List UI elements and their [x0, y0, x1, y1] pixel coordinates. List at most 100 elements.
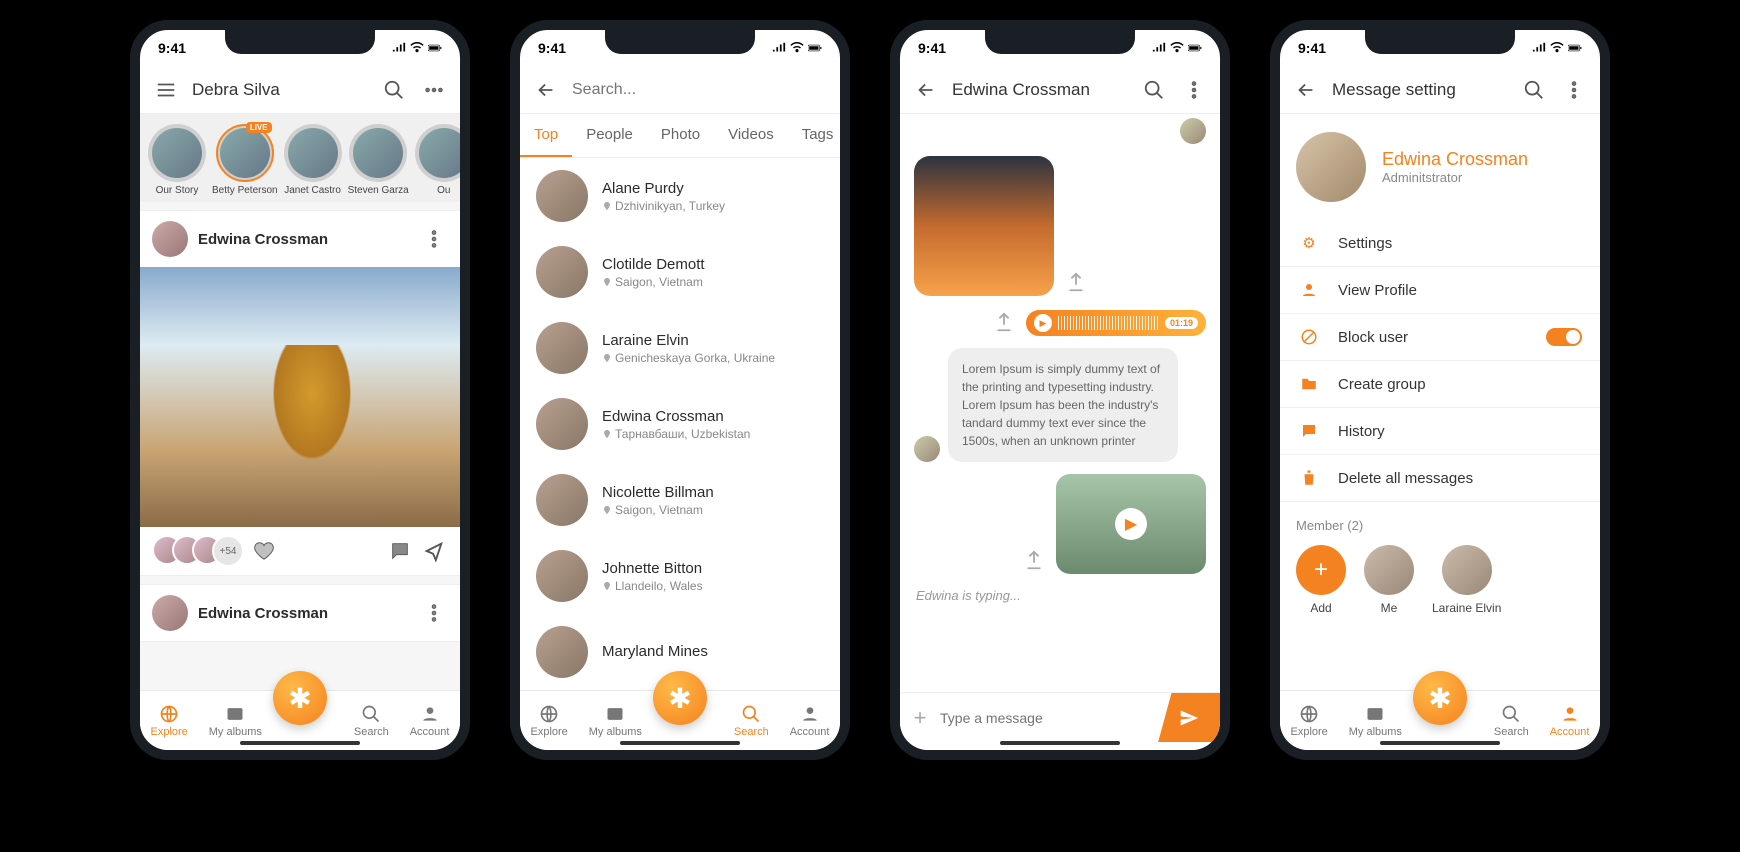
- fab-create[interactable]: ✱: [1413, 671, 1467, 725]
- share-button[interactable]: [1062, 268, 1090, 296]
- back-button[interactable]: [912, 76, 940, 104]
- search-appbar: [520, 66, 840, 114]
- search-button[interactable]: [1140, 76, 1168, 104]
- feed-author[interactable]: Edwina Crossman: [198, 605, 410, 622]
- settings-row-settings[interactable]: ⚙Settings: [1280, 220, 1600, 267]
- send-button[interactable]: [1158, 693, 1220, 743]
- profile-block[interactable]: Edwina Crossman Adminitstrator: [1280, 114, 1600, 220]
- list-item[interactable]: Laraine ElvinGenicheskaya Gorka, Ukraine: [520, 310, 840, 386]
- stories-row[interactable]: Our Story LIVEBetty Peterson Janet Castr…: [140, 114, 460, 202]
- fab-create[interactable]: ✱: [653, 671, 707, 725]
- comment-button[interactable]: [386, 537, 414, 565]
- story-item[interactable]: Steven Garza: [348, 124, 409, 196]
- list-item[interactable]: Johnette BittonLlandeilo, Wales: [520, 538, 840, 614]
- gear-icon: ⚙: [1298, 234, 1320, 252]
- share-button[interactable]: [1020, 546, 1048, 574]
- nav-explore[interactable]: Explore: [150, 704, 187, 738]
- pin-icon: [602, 277, 612, 287]
- more-button[interactable]: [1180, 76, 1208, 104]
- story-item[interactable]: Ou: [415, 124, 460, 196]
- search-button[interactable]: [380, 76, 408, 104]
- play-button[interactable]: ▶: [1034, 314, 1052, 332]
- block-icon: [1298, 328, 1320, 346]
- avatar[interactable]: [152, 595, 188, 631]
- like-button[interactable]: [250, 537, 278, 565]
- nav-account[interactable]: Account: [410, 704, 450, 738]
- phone-settings: 9:41 Message setting Edwina Crossman Adm…: [1270, 20, 1610, 760]
- tab-people[interactable]: People: [572, 114, 647, 157]
- nav-explore[interactable]: Explore: [1290, 704, 1327, 738]
- nav-search[interactable]: Search: [354, 704, 389, 738]
- search-input[interactable]: [572, 81, 828, 99]
- story-item[interactable]: Janet Castro: [284, 124, 342, 196]
- upload-icon: [1065, 271, 1087, 293]
- members-header: Member (2): [1296, 518, 1584, 533]
- more-button[interactable]: [1560, 76, 1588, 104]
- list-item[interactable]: Clotilde DemottSaigon, Vietnam: [520, 234, 840, 310]
- nav-albums[interactable]: My albums: [1349, 704, 1402, 738]
- avatar[interactable]: [914, 436, 940, 462]
- nav-account[interactable]: Account: [1550, 704, 1590, 738]
- search-icon: [1501, 704, 1521, 724]
- nav-account[interactable]: Account: [790, 704, 830, 738]
- nav-albums[interactable]: My albums: [209, 704, 262, 738]
- message-input[interactable]: [940, 710, 1158, 726]
- nav-explore[interactable]: Explore: [530, 704, 567, 738]
- video-message[interactable]: ▶: [1056, 474, 1206, 574]
- list-item[interactable]: Edwina CrossmanТарнавбаши, Uzbekistan: [520, 386, 840, 462]
- feed-more-button[interactable]: [420, 225, 448, 253]
- signal-icon: [772, 41, 786, 55]
- member-item[interactable]: Laraine Elvin: [1432, 545, 1501, 615]
- search-button[interactable]: [1520, 76, 1548, 104]
- signal-icon: [1152, 41, 1166, 55]
- tab-photo[interactable]: Photo: [647, 114, 714, 157]
- search-icon: [383, 79, 405, 101]
- fab-create[interactable]: ✱: [273, 671, 327, 725]
- live-badge: LIVE: [246, 122, 272, 133]
- feed-more-button[interactable]: [420, 599, 448, 627]
- list-item[interactable]: Nicolette BillmanSaigon, Vietnam: [520, 462, 840, 538]
- image-message[interactable]: [914, 156, 1054, 296]
- share-button[interactable]: [420, 537, 448, 565]
- arrow-left-icon: [1295, 79, 1317, 101]
- tab-tags[interactable]: Tags: [788, 114, 848, 157]
- story-item[interactable]: LIVEBetty Peterson: [212, 124, 278, 196]
- notch: [605, 30, 755, 54]
- picture-icon: [1365, 704, 1385, 724]
- text-message[interactable]: Lorem Ipsum is simply dummy text of the …: [948, 348, 1178, 462]
- feed-author[interactable]: Edwina Crossman: [198, 231, 410, 248]
- chat-body[interactable]: ▶ 01:19 Lorem Ipsum is simply dummy text…: [900, 114, 1220, 692]
- list-item[interactable]: Alane PurdyDzhivinikyan, Turkey: [520, 158, 840, 234]
- avatar[interactable]: [1180, 118, 1206, 144]
- back-button[interactable]: [1292, 76, 1320, 104]
- nav-search[interactable]: Search: [1494, 704, 1529, 738]
- people-list[interactable]: Alane PurdyDzhivinikyan, Turkey Clotilde…: [520, 158, 840, 690]
- menu-button[interactable]: [152, 76, 180, 104]
- nav-search[interactable]: Search: [734, 704, 769, 738]
- member-item[interactable]: Me: [1364, 545, 1414, 615]
- story-item[interactable]: Our Story: [148, 124, 206, 196]
- settings-row-block-user[interactable]: Block user: [1280, 314, 1600, 361]
- nav-albums[interactable]: My albums: [589, 704, 642, 738]
- settings-row-delete-all[interactable]: Delete all messages: [1280, 455, 1600, 502]
- tab-videos[interactable]: Videos: [714, 114, 788, 157]
- bottom-nav: Explore My albums Search Account ✱: [140, 690, 460, 750]
- settings-row-history[interactable]: History: [1280, 408, 1600, 455]
- attach-button[interactable]: +: [900, 705, 940, 731]
- avatar: [536, 550, 588, 602]
- play-button[interactable]: ▶: [1115, 508, 1147, 540]
- member-add[interactable]: +Add: [1296, 545, 1346, 615]
- tab-top[interactable]: Top: [520, 114, 572, 157]
- share-button[interactable]: [990, 308, 1018, 336]
- feed-image[interactable]: [140, 267, 460, 527]
- likers-stack[interactable]: +54: [152, 535, 244, 567]
- battery-icon: [428, 41, 442, 55]
- settings-row-view-profile[interactable]: View Profile: [1280, 267, 1600, 314]
- avatar[interactable]: [152, 221, 188, 257]
- back-button[interactable]: [532, 76, 560, 104]
- more-button[interactable]: [420, 76, 448, 104]
- upload-icon: [1023, 549, 1045, 571]
- block-toggle[interactable]: [1546, 328, 1582, 346]
- settings-row-create-group[interactable]: Create group: [1280, 361, 1600, 408]
- audio-message[interactable]: ▶ 01:19: [1026, 310, 1206, 336]
